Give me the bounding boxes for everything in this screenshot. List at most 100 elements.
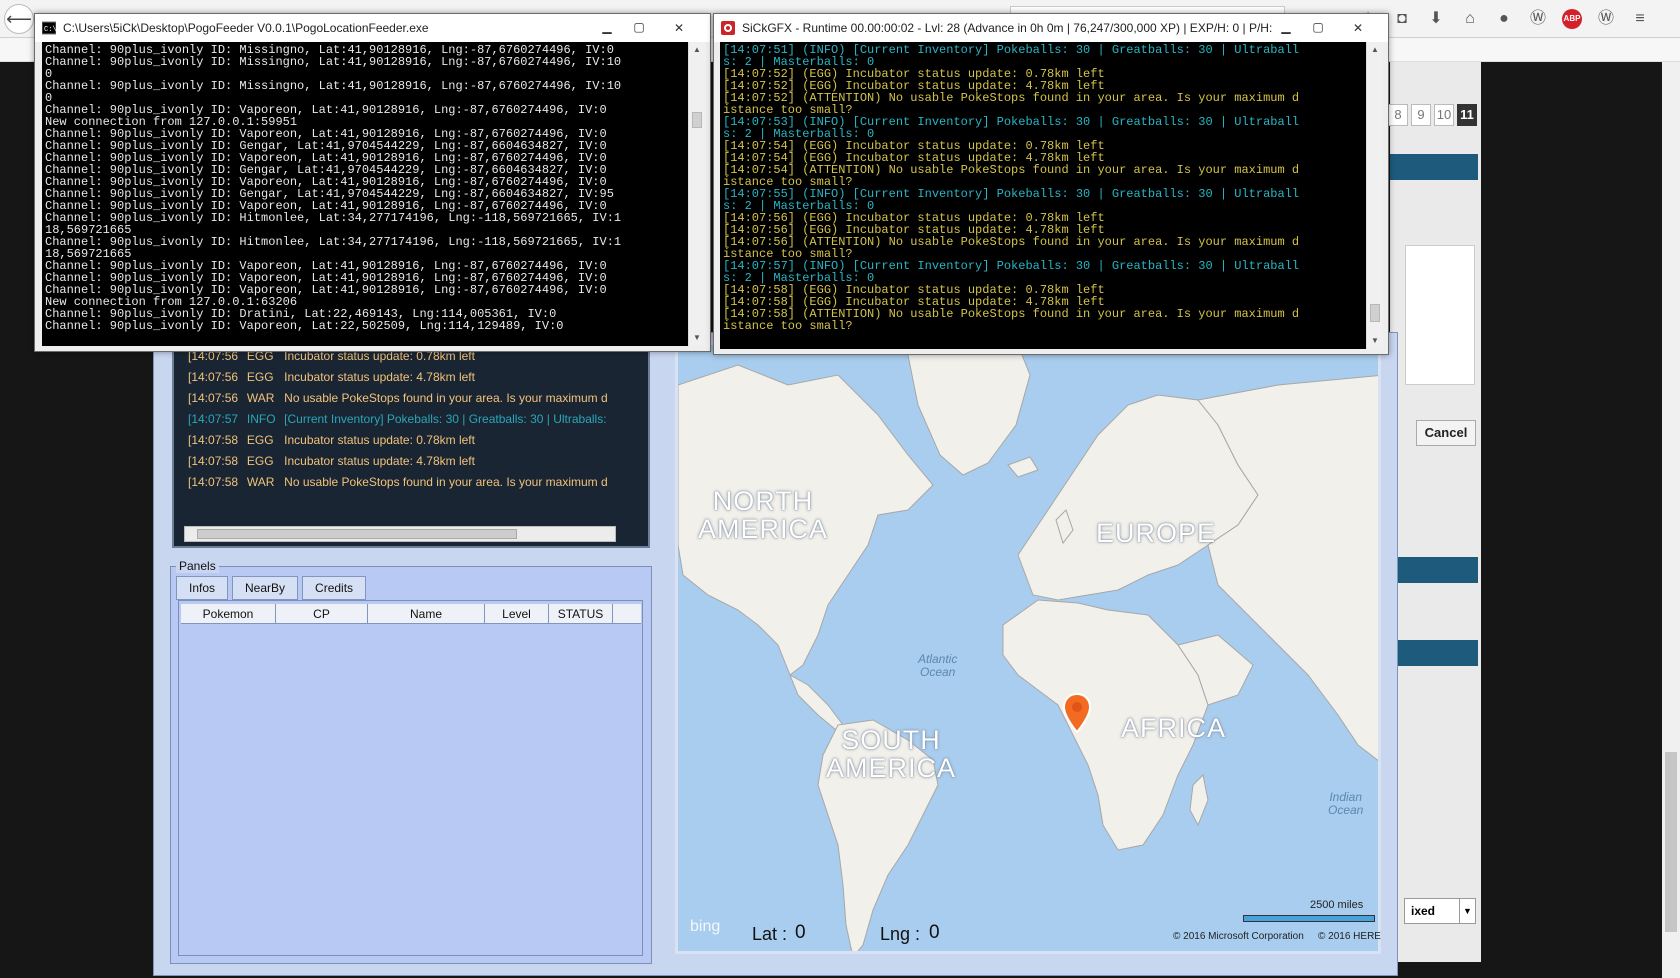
log-horizontal-scrollbar[interactable] <box>184 526 616 542</box>
log-row: [14:07:58 WAR No usable PokeStops found in… <box>188 472 608 492</box>
download-icon[interactable]: ⬇ <box>1426 9 1446 29</box>
log-time: [14:07:57 <box>188 412 239 426</box>
minimize-icon[interactable]: ▁ <box>595 18 619 36</box>
web-section-header-3 <box>1390 640 1478 666</box>
chevron-up-icon[interactable]: ▲ <box>689 42 705 58</box>
log-level: EGG <box>246 370 274 384</box>
web-section-header <box>1390 154 1478 180</box>
chevron-down-icon[interactable]: ▼ <box>689 330 705 346</box>
log-row: [14:07:56 EGG Incubator status update: 4.7… <box>188 367 608 387</box>
menu-icon[interactable]: ≡ <box>1630 9 1650 29</box>
chevron-up-icon[interactable]: ▲ <box>1367 42 1383 58</box>
page-scrollbar[interactable] <box>1662 62 1680 978</box>
page-8[interactable]: 8 <box>1388 104 1408 126</box>
wordpress-icon[interactable]: Ⓦ <box>1528 9 1548 29</box>
home-icon[interactable]: ⌂ <box>1460 9 1480 29</box>
feeder-window-controls: ▁ ▢ ✕ <box>595 18 699 36</box>
console-line: istance too small? <box>723 319 853 333</box>
close-icon[interactable]: ✕ <box>659 18 699 36</box>
feeder-scroll-thumb[interactable] <box>692 112 702 128</box>
browser-toolbar-icons: ☆ ◘ ⬇ ⌂ ● Ⓦ ABP Ⓦ ≡ <box>1358 8 1650 30</box>
back-button[interactable]: ⟵ <box>4 4 34 34</box>
label-europe: EUROPE <box>1096 518 1217 548</box>
log-row: [14:07:56 WAR No usable PokeStops found in… <box>188 388 608 408</box>
map-land <box>678 345 1378 951</box>
label-atlantic-ocean: Atlantic Ocean <box>918 652 958 679</box>
page-11[interactable]: 11 <box>1457 104 1477 126</box>
runtime-vertical-scrollbar[interactable]: ▲ ▼ <box>1366 42 1383 349</box>
feeder-vertical-scrollbar[interactable]: ▲ ▼ <box>688 42 705 346</box>
console-line: Channel: 90plus_ivonly ID: Hitmonlee, La… <box>45 235 622 249</box>
page-9[interactable]: 9 <box>1411 104 1431 126</box>
runtime-title: SiCkGFX - Runtime 00.00:00:02 - Lvl: 28 … <box>742 21 1296 35</box>
copyright-microsoft: © 2016 Microsoft Corporation <box>1173 931 1304 942</box>
minimize-icon[interactable]: ▁ <box>1274 18 1298 36</box>
log-scroll-thumb[interactable] <box>197 529 517 539</box>
svg-text:C:\: C:\ <box>44 26 56 34</box>
web-select-value: ixed <box>1411 904 1436 918</box>
web-textarea[interactable] <box>1405 245 1475 385</box>
page-10[interactable]: 10 <box>1434 104 1454 126</box>
log-level: INFO <box>246 412 276 426</box>
lat-label: Lat : <box>752 924 788 944</box>
label-south-america: SOUTH AMERICA <box>826 725 957 783</box>
console-line: Channel: 90plus_ivonly ID: Missingno, La… <box>45 55 622 69</box>
tab-credits[interactable]: Credits <box>302 576 367 600</box>
log-msg: No usable PokeStops found in your area. … <box>284 475 608 489</box>
world-map[interactable]: NORTH AMERICA SOUTH AMERICA EUROPE AFRIC… <box>675 342 1381 954</box>
runtime-console-window: SiCkGFX - Runtime 00.00:00:02 - Lvl: 28 … <box>713 13 1389 355</box>
col-pokemon[interactable]: Pokemon <box>181 604 276 623</box>
col-cp[interactable]: CP <box>276 604 368 623</box>
feeder-title: C:\Users\5iCk\Desktop\PogoFeeder V0.0.1\… <box>63 21 429 35</box>
close-icon[interactable]: ✕ <box>1338 18 1378 36</box>
web-select[interactable]: ixed ▼ <box>1404 898 1476 924</box>
chat-icon[interactable]: ● <box>1494 9 1514 29</box>
log-time: [14:07:58 <box>188 433 239 447</box>
map-pin-icon[interactable] <box>1062 692 1092 736</box>
cancel-button[interactable]: Cancel <box>1416 420 1476 446</box>
log-row: [14:07:58 EGG Incubator status update: 0.7… <box>188 430 608 450</box>
pokemon-grid <box>178 600 643 956</box>
wordpress-icon-2[interactable]: Ⓦ <box>1596 9 1616 29</box>
log-time: [14:07:58 <box>188 475 239 489</box>
maximize-icon[interactable]: ▢ <box>1306 18 1330 36</box>
log-msg: Incubator status update: 0.78km left <box>284 433 475 447</box>
col-level[interactable]: Level <box>485 604 549 623</box>
log-msg: Incubator status update: 4.78km left <box>284 370 475 384</box>
log-panel: [14:07:56 EGG Incubator status update: 0.7… <box>172 340 650 548</box>
log-msg: Incubator status update: 4.78km left <box>284 454 475 468</box>
app-icon <box>721 21 735 35</box>
lng-label: Lng : <box>880 924 921 944</box>
adblock-icon[interactable]: ABP <box>1562 9 1582 29</box>
page-scrollbar-thumb[interactable] <box>1665 752 1677 932</box>
tab-infos[interactable]: Infos <box>176 576 229 600</box>
lng-value: 0 <box>929 922 940 943</box>
bing-logo: bing <box>690 918 721 935</box>
pagination: 8 9 10 11 <box>1388 104 1477 126</box>
feeder-console-output: Channel: 90plus_ivonly ID: Missingno, La… <box>42 42 688 346</box>
log-msg: No usable PokeStops found in your area. … <box>284 391 608 405</box>
label-indian-ocean: Indian Ocean <box>1328 790 1364 817</box>
chevron-down-icon: ▼ <box>1459 899 1475 923</box>
scale-bar <box>1243 915 1375 922</box>
log-row: [14:07:57 INFO [Current Inventory] Pokebal… <box>188 409 608 429</box>
chevron-down-icon[interactable]: ▼ <box>1367 333 1383 349</box>
log-time: [14:07:56 <box>188 391 239 405</box>
runtime-console-output: [14:07:51] (INFO) [Current Inventory] Po… <box>720 42 1366 349</box>
web-page-sidebar <box>1390 62 1481 962</box>
web-section-header-2 <box>1390 557 1478 583</box>
col-status[interactable]: STATUS <box>549 604 613 623</box>
scale-label: 2500 miles <box>1310 899 1364 911</box>
log-level: WAR <box>246 391 275 405</box>
pokemon-grid-header: Pokemon CP Name Level STATUS <box>181 604 641 624</box>
maximize-icon[interactable]: ▢ <box>627 18 651 36</box>
copyright-here: © 2016 HERE <box>1318 931 1381 942</box>
console-line: Channel: 90plus_ivonly ID: Hitmonlee, La… <box>45 211 622 225</box>
col-name[interactable]: Name <box>368 604 485 623</box>
label-africa: AFRICA <box>1121 713 1227 743</box>
console-line: Channel: 90plus_ivonly ID: Vaporeon, Lat… <box>45 319 564 333</box>
lat-value: 0 <box>795 922 806 943</box>
tab-nearby[interactable]: NearBy <box>232 576 299 600</box>
runtime-scroll-thumb[interactable] <box>1370 304 1380 322</box>
pocket-icon[interactable]: ◘ <box>1392 9 1412 29</box>
